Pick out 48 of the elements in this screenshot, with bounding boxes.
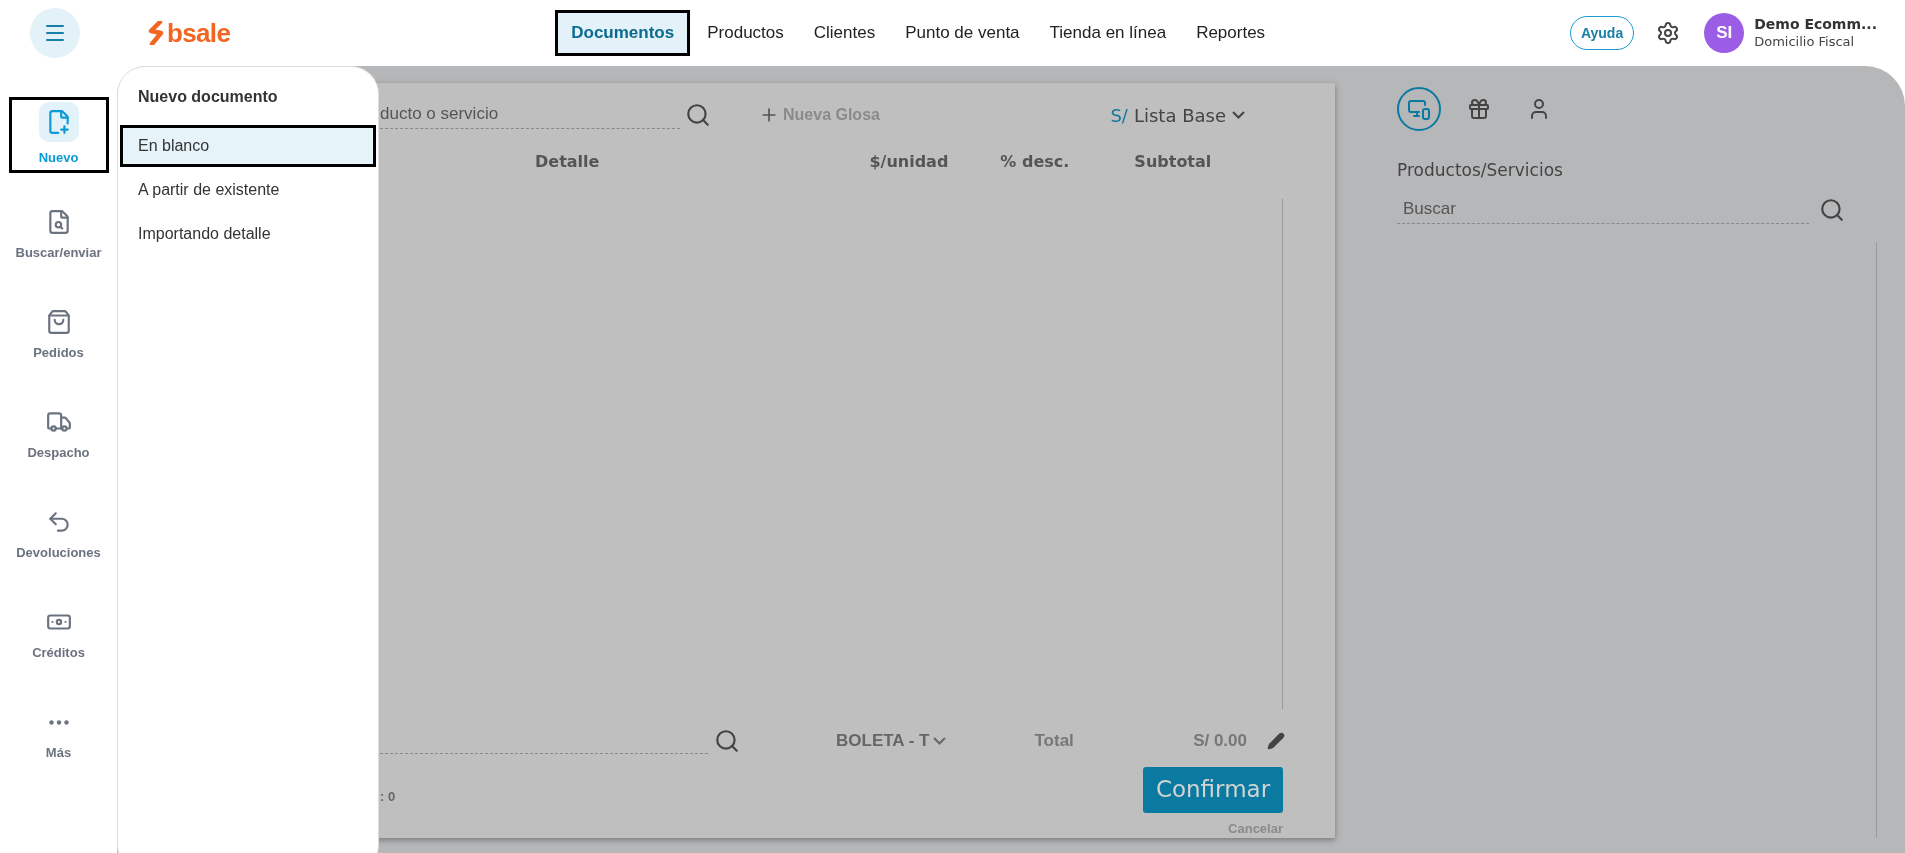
confirm-button[interactable]: Confirmar — [1143, 766, 1283, 813]
total-label: Total — [1034, 729, 1074, 752]
gift-icon — [1467, 97, 1491, 121]
price-list-dropdown[interactable]: S/ Lista Base — [1110, 101, 1245, 129]
user-name: Demo Ecomm... — [1754, 16, 1877, 34]
dropdown-item[interactable]: Importando detalle — [120, 213, 376, 255]
bag-icon — [45, 309, 72, 336]
column-header: Detalle — [535, 151, 600, 173]
more-icon — [48, 719, 69, 725]
column-header: $/unidad — [869, 151, 949, 173]
sidebar-item[interactable]: Pedidos — [8, 297, 109, 373]
dropdown-item[interactable]: En blanco — [120, 125, 376, 167]
nav-tab[interactable]: Punto de venta — [892, 10, 1033, 56]
currency-symbol: S/ — [1110, 103, 1128, 128]
product-search-field[interactable]: ducto o servicio — [380, 100, 680, 130]
nav-tab[interactable]: Clientes — [800, 10, 889, 56]
column-header: Subtotal — [1134, 151, 1212, 173]
sidebar-item[interactable]: Despacho — [8, 397, 109, 473]
total-amount: S/ 0.00 — [1193, 729, 1247, 752]
sidebar-item[interactable]: Buscar/enviar — [8, 197, 109, 273]
sidebar-item[interactable]: Más — [8, 697, 109, 773]
edit-icon[interactable] — [1267, 731, 1285, 750]
user-subtitle: Domicilio Fiscal — [1754, 33, 1856, 50]
product-search-field[interactable]: Buscar — [1397, 195, 1809, 224]
nav-tab[interactable]: Productos — [694, 10, 797, 56]
column-header: % desc. — [1000, 151, 1070, 173]
chevron-down-icon — [933, 736, 947, 745]
dropdown-item[interactable]: A partir de existente — [120, 169, 376, 211]
logo-text: bsale — [167, 20, 231, 46]
chevron-down-icon — [1232, 111, 1245, 119]
sidebar-item[interactable]: Devoluciones — [8, 497, 109, 573]
item-count: : 0 — [380, 787, 396, 806]
settings-icon[interactable] — [1656, 21, 1681, 45]
dropdown-title: Nuevo documento — [138, 87, 279, 107]
nav-tab[interactable]: Reportes — [1183, 10, 1279, 56]
nav-tab[interactable]: Tienda en línea — [1036, 10, 1180, 56]
sidebar-item[interactable]: Nuevo — [8, 97, 109, 173]
sidebar-item[interactable]: Créditos — [8, 597, 109, 673]
panel-title: Productos/Servicios — [1397, 159, 1564, 182]
document-type-dropdown[interactable]: BOLETA - T — [836, 727, 947, 754]
avatar[interactable]: SI — [1704, 13, 1745, 53]
search-icon[interactable] — [685, 102, 711, 128]
devices-icon — [1407, 97, 1431, 121]
search-icon[interactable] — [714, 727, 740, 754]
nav-tab[interactable]: Documentos — [555, 10, 691, 56]
search-icon[interactable] — [1819, 196, 1845, 223]
menu-button[interactable] — [30, 8, 80, 58]
logo-icon — [148, 21, 164, 45]
